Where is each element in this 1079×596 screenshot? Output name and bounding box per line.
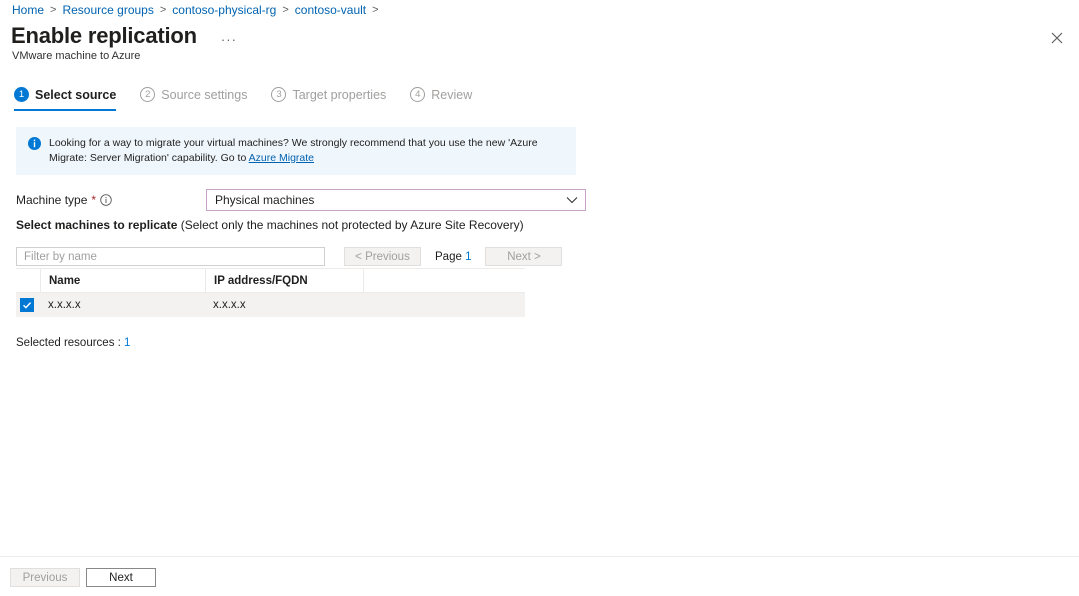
footer-actions: Previous Next (10, 568, 156, 587)
page-subtitle: VMware machine to Azure (12, 50, 141, 62)
tab-label: Target properties (292, 87, 387, 102)
machine-type-label-text: Machine type (16, 193, 88, 207)
selected-resources: Selected resources : 1 (16, 337, 130, 349)
tab-label: Select source (35, 87, 117, 102)
more-options-icon[interactable]: ··· (217, 30, 241, 49)
select-machines-label-bold: Select machines to replicate (16, 218, 178, 232)
chevron-down-icon (566, 191, 578, 209)
table-next-page-button[interactable]: Next > (485, 247, 563, 266)
breadcrumb-item-home[interactable]: Home (12, 3, 44, 17)
tab-label: Source settings (161, 87, 248, 102)
tab-source-settings[interactable]: 2 Source settings (140, 84, 247, 111)
table-header-checkbox-cell (16, 269, 40, 293)
machines-toolbar: < Previous Page 1 Next > (16, 247, 563, 266)
wizard-tabs: 1 Select source 2 Source settings 3 Targ… (14, 84, 496, 111)
select-machines-label: Select machines to replicate (Select onl… (16, 218, 524, 232)
breadcrumb-item-resource-groups[interactable]: Resource groups (62, 3, 153, 17)
selected-resources-label: Selected resources : (16, 337, 125, 349)
azure-migrate-link[interactable]: Azure Migrate (249, 152, 314, 164)
machine-type-row: Machine type * Physical machines (16, 189, 586, 211)
row-cell-spacer (363, 293, 525, 317)
table-header-name[interactable]: Name (40, 268, 205, 293)
required-indicator: * (91, 193, 97, 207)
machine-type-select[interactable]: Physical machines (206, 189, 586, 211)
info-banner: Looking for a way to migrate your virtua… (16, 127, 576, 175)
breadcrumb-separator: > (372, 4, 379, 16)
footer-divider (0, 556, 1079, 557)
table-header-ip-address[interactable]: IP address/FQDN (205, 268, 363, 293)
select-machines-label-hint: (Select only the machines not protected … (177, 218, 524, 232)
machine-type-label: Machine type * (16, 193, 206, 207)
tab-number: 2 (140, 87, 156, 102)
tab-number: 1 (14, 87, 29, 102)
table-previous-page-button[interactable]: < Previous (344, 247, 421, 266)
table-header-row: Name IP address/FQDN (16, 268, 525, 293)
page-indicator: Page 1 (435, 251, 471, 263)
page-indicator-number: 1 (465, 250, 472, 263)
table-row[interactable]: x.x.x.x x.x.x.x (16, 293, 525, 317)
breadcrumb-item-contoso-vault[interactable]: contoso-vault (295, 3, 366, 17)
previous-button[interactable]: Previous (10, 568, 80, 587)
tab-review[interactable]: 4 Review (410, 84, 472, 111)
selected-resources-count: 1 (124, 337, 131, 349)
page-indicator-label: Page (435, 250, 466, 263)
enable-replication-blade: Home > Resource groups > contoso-physica… (0, 0, 1079, 596)
breadcrumb-item-contoso-physical-rg[interactable]: contoso-physical-rg (172, 3, 276, 17)
breadcrumb: Home > Resource groups > contoso-physica… (12, 3, 385, 17)
next-button[interactable]: Next (86, 568, 156, 587)
filter-by-name-input[interactable] (16, 247, 325, 266)
tab-number: 4 (410, 87, 426, 102)
row-checkbox-cell[interactable] (16, 293, 40, 317)
help-info-icon[interactable] (100, 194, 112, 206)
table-header-spacer (363, 268, 525, 293)
machines-table: Name IP address/FQDN x.x.x.x x.x.x.x (16, 268, 525, 317)
machine-type-selected-value: Physical machines (215, 193, 315, 207)
row-cell-ip-address: x.x.x.x (213, 299, 246, 311)
row-cell-name: x.x.x.x (48, 299, 81, 311)
breadcrumb-separator: > (159, 4, 167, 16)
close-icon[interactable] (1045, 26, 1069, 50)
tab-target-properties[interactable]: 3 Target properties (271, 84, 386, 111)
tab-select-source[interactable]: 1 Select source (14, 84, 117, 111)
checkbox-checked-icon[interactable] (20, 298, 34, 312)
tab-number: 3 (271, 87, 287, 102)
info-icon (28, 137, 41, 155)
tab-label: Review (431, 87, 473, 102)
title-row: Enable replication ··· (11, 22, 241, 50)
info-banner-text: Looking for a way to migrate your virtua… (49, 136, 566, 166)
breadcrumb-separator: > (282, 4, 289, 16)
page-title: Enable replication (11, 23, 197, 48)
breadcrumb-separator: > (50, 4, 57, 16)
